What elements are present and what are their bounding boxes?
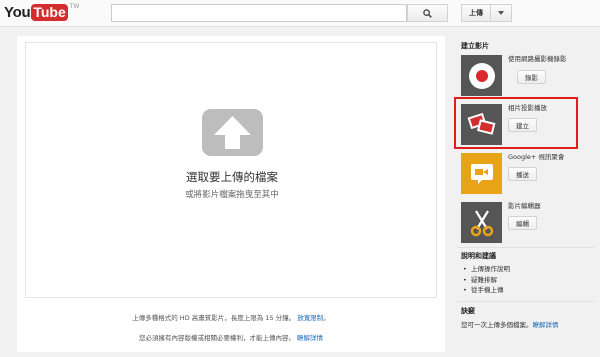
webcam-label: 使用網路攝影機錄影 [508, 55, 567, 63]
help-item-troubleshoot[interactable]: 疑難排解 [463, 275, 510, 286]
upload-limit-note: 上傳多種格式的 HD 高畫質影片，長度上限為 15 分鐘。 放寬限制。 [132, 314, 330, 322]
file-dropzone[interactable]: 選取要上傳的檔案 或將影片檔案拖曳至其中 [25, 42, 437, 298]
logo-tube-text: Tube [31, 4, 68, 21]
help-item-upload-guide[interactable]: 上傳操作說明 [463, 264, 510, 275]
tip-learn-more-link[interactable]: 瞭解詳情 [533, 321, 559, 329]
upload-arrow-icon[interactable] [202, 109, 263, 156]
edit-button[interactable]: 編輯 [508, 216, 537, 230]
upload-panel: 選取要上傳的檔案 或將影片檔案拖曳至其中 上傳多種格式的 HD 高畫質影片，長度… [17, 36, 445, 352]
webcam-thumb[interactable] [461, 55, 502, 96]
help-item-mobile-upload[interactable]: 從手機上傳 [463, 285, 510, 296]
hangout-thumb[interactable] [461, 153, 502, 194]
logo-you-text: You [4, 4, 31, 21]
sidebar-divider [457, 247, 595, 248]
dropzone-title[interactable]: 選取要上傳的檔案 [26, 169, 438, 185]
logo-region: TW [69, 3, 80, 10]
tip-heading: 訣竅 [461, 307, 475, 315]
masthead: You Tube TW 上傳 [0, 0, 600, 27]
help-heading: 說明和建議 [461, 252, 496, 260]
editor-thumb[interactable] [461, 202, 502, 243]
copyright-note: 您必須擁有內容版權或相關必要權利，才能上傳內容。 瞭解詳情 [138, 334, 324, 342]
broadcast-button[interactable]: 播送 [508, 167, 537, 181]
youtube-logo[interactable]: You Tube TW [4, 3, 79, 22]
search-input[interactable] [111, 4, 407, 22]
hangout-video-icon [470, 163, 493, 184]
upload-menu-button[interactable] [491, 4, 512, 22]
chevron-down-icon [498, 11, 504, 15]
editor-label: 影片編輯器 [508, 202, 541, 210]
hangout-label: Google+ 視訊聚會 [508, 153, 565, 161]
increase-limit-link[interactable]: 放寬限制 [297, 314, 323, 322]
record-button[interactable]: 錄影 [517, 70, 546, 84]
sidebar-divider-2 [457, 301, 595, 302]
help-list: 上傳操作說明 疑難排解 從手機上傳 [463, 264, 510, 296]
scissors-icon [470, 209, 493, 236]
upload-button[interactable]: 上傳 [461, 4, 491, 22]
dropzone-subtitle: 或將影片檔案拖曳至其中 [185, 190, 279, 200]
webcam-record-icon [468, 62, 495, 89]
learn-more-link[interactable]: 瞭解詳情 [297, 334, 323, 342]
highlight-box [454, 97, 578, 149]
search-button[interactable] [407, 4, 448, 22]
tip-text: 您可一次上傳多個檔案。瞭解詳情 [461, 321, 559, 329]
magnifier-icon [423, 8, 432, 18]
create-video-heading: 建立影片 [461, 42, 489, 50]
